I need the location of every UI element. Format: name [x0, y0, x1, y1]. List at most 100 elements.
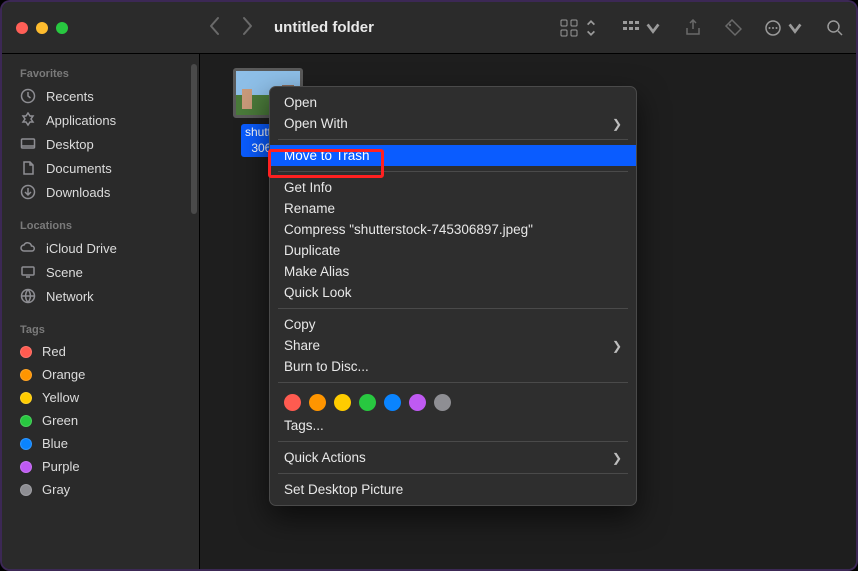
globe-icon	[20, 288, 36, 304]
titlebar: untitled folder	[2, 2, 856, 54]
sidebar-tag-green[interactable]: Green	[2, 409, 199, 432]
share-button[interactable]	[684, 19, 702, 37]
ctx-separator	[278, 473, 628, 474]
sidebar-item-label: Desktop	[46, 137, 94, 152]
tag-dot-icon	[20, 484, 32, 496]
sidebar-heading-tags: Tags	[2, 318, 199, 340]
back-button[interactable]	[208, 16, 222, 39]
sidebar-item-label: Blue	[42, 436, 68, 451]
sidebar-item-network[interactable]: Network	[2, 284, 199, 308]
tag-dot-icon	[20, 415, 32, 427]
sidebar-item-recents[interactable]: Recents	[2, 84, 199, 108]
ctx-tag-colors	[270, 388, 636, 415]
sidebar-item-label: Documents	[46, 161, 112, 176]
scrollbar-thumb[interactable]	[191, 64, 197, 214]
finder-window: untitled folder	[0, 0, 858, 571]
submenu-arrow-icon: ❯	[612, 117, 622, 131]
sidebar-tag-blue[interactable]: Blue	[2, 432, 199, 455]
ctx-set-desktop-picture[interactable]: Set Desktop Picture	[270, 479, 636, 500]
ctx-tag-orange[interactable]	[309, 394, 326, 411]
group-by-button[interactable]	[622, 19, 662, 37]
sidebar-tag-yellow[interactable]: Yellow	[2, 386, 199, 409]
clock-icon	[20, 88, 36, 104]
sidebar-item-label: Recents	[46, 89, 94, 104]
display-icon	[20, 264, 36, 280]
ctx-tag-green[interactable]	[359, 394, 376, 411]
sidebar-item-downloads[interactable]: Downloads	[2, 180, 199, 204]
submenu-arrow-icon: ❯	[612, 451, 622, 465]
ctx-move-to-trash[interactable]: Move to Trash	[270, 145, 636, 166]
sidebar-heading-favorites: Favorites	[2, 62, 199, 84]
window-controls	[16, 22, 196, 34]
ctx-open[interactable]: Open	[270, 92, 636, 113]
sidebar-item-desktop[interactable]: Desktop	[2, 132, 199, 156]
context-menu: Open Open With❯ Move to Trash Get Info R…	[269, 86, 637, 506]
window-title: untitled folder	[274, 19, 374, 36]
sidebar-tag-purple[interactable]: Purple	[2, 455, 199, 478]
sidebar-item-label: Red	[42, 344, 66, 359]
sidebar-item-label: iCloud Drive	[46, 241, 117, 256]
sidebar-item-label: Scene	[46, 265, 83, 280]
search-button[interactable]	[826, 19, 844, 37]
sidebar-item-icloud[interactable]: iCloud Drive	[2, 236, 199, 260]
apps-icon	[20, 112, 36, 128]
sidebar[interactable]: Favorites Recents Applications Desktop D…	[2, 54, 200, 569]
downloads-icon	[20, 184, 36, 200]
ctx-copy[interactable]: Copy	[270, 314, 636, 335]
ctx-separator	[278, 441, 628, 442]
ctx-share[interactable]: Share❯	[270, 335, 636, 356]
desktop-icon	[20, 136, 36, 152]
ctx-separator	[278, 308, 628, 309]
sidebar-item-label: Green	[42, 413, 78, 428]
ctx-open-with[interactable]: Open With❯	[270, 113, 636, 134]
ctx-separator	[278, 171, 628, 172]
tag-dot-icon	[20, 369, 32, 381]
ctx-tag-blue[interactable]	[384, 394, 401, 411]
sidebar-item-label: Orange	[42, 367, 85, 382]
ctx-duplicate[interactable]: Duplicate	[270, 240, 636, 261]
ctx-tag-red[interactable]	[284, 394, 301, 411]
ctx-compress[interactable]: Compress "shutterstock-745306897.jpeg"	[270, 219, 636, 240]
sidebar-item-documents[interactable]: Documents	[2, 156, 199, 180]
sidebar-item-label: Network	[46, 289, 94, 304]
tag-dot-icon	[20, 346, 32, 358]
ctx-make-alias[interactable]: Make Alias	[270, 261, 636, 282]
documents-icon	[20, 160, 36, 176]
tag-dot-icon	[20, 438, 32, 450]
sidebar-heading-locations: Locations	[2, 214, 199, 236]
tags-button[interactable]	[724, 19, 742, 37]
sidebar-item-label: Downloads	[46, 185, 110, 200]
actions-button[interactable]	[764, 19, 804, 37]
ctx-separator	[278, 139, 628, 140]
ctx-tag-yellow[interactable]	[334, 394, 351, 411]
tag-dot-icon	[20, 461, 32, 473]
sidebar-item-label: Gray	[42, 482, 70, 497]
nav-arrows	[208, 16, 254, 39]
toolbar-right	[560, 19, 844, 37]
sidebar-item-label: Applications	[46, 113, 116, 128]
ctx-tag-gray[interactable]	[434, 394, 451, 411]
minimize-window-button[interactable]	[36, 22, 48, 34]
ctx-quick-actions[interactable]: Quick Actions❯	[270, 447, 636, 468]
sidebar-item-scene[interactable]: Scene	[2, 260, 199, 284]
close-window-button[interactable]	[16, 22, 28, 34]
sidebar-item-label: Purple	[42, 459, 80, 474]
ctx-get-info[interactable]: Get Info	[270, 177, 636, 198]
ctx-separator	[278, 382, 628, 383]
forward-button[interactable]	[240, 16, 254, 39]
ctx-tag-purple[interactable]	[409, 394, 426, 411]
sidebar-tag-gray[interactable]: Gray	[2, 478, 199, 501]
ctx-quick-look[interactable]: Quick Look	[270, 282, 636, 303]
ctx-burn-to-disc[interactable]: Burn to Disc...	[270, 356, 636, 377]
sidebar-tag-orange[interactable]: Orange	[2, 363, 199, 386]
sidebar-item-applications[interactable]: Applications	[2, 108, 199, 132]
zoom-window-button[interactable]	[56, 22, 68, 34]
view-mode-button[interactable]	[560, 19, 600, 37]
ctx-rename[interactable]: Rename	[270, 198, 636, 219]
sidebar-item-label: Yellow	[42, 390, 79, 405]
sidebar-tag-red[interactable]: Red	[2, 340, 199, 363]
cloud-icon	[20, 240, 36, 256]
submenu-arrow-icon: ❯	[612, 339, 622, 353]
ctx-tags[interactable]: Tags...	[270, 415, 636, 436]
tag-dot-icon	[20, 392, 32, 404]
